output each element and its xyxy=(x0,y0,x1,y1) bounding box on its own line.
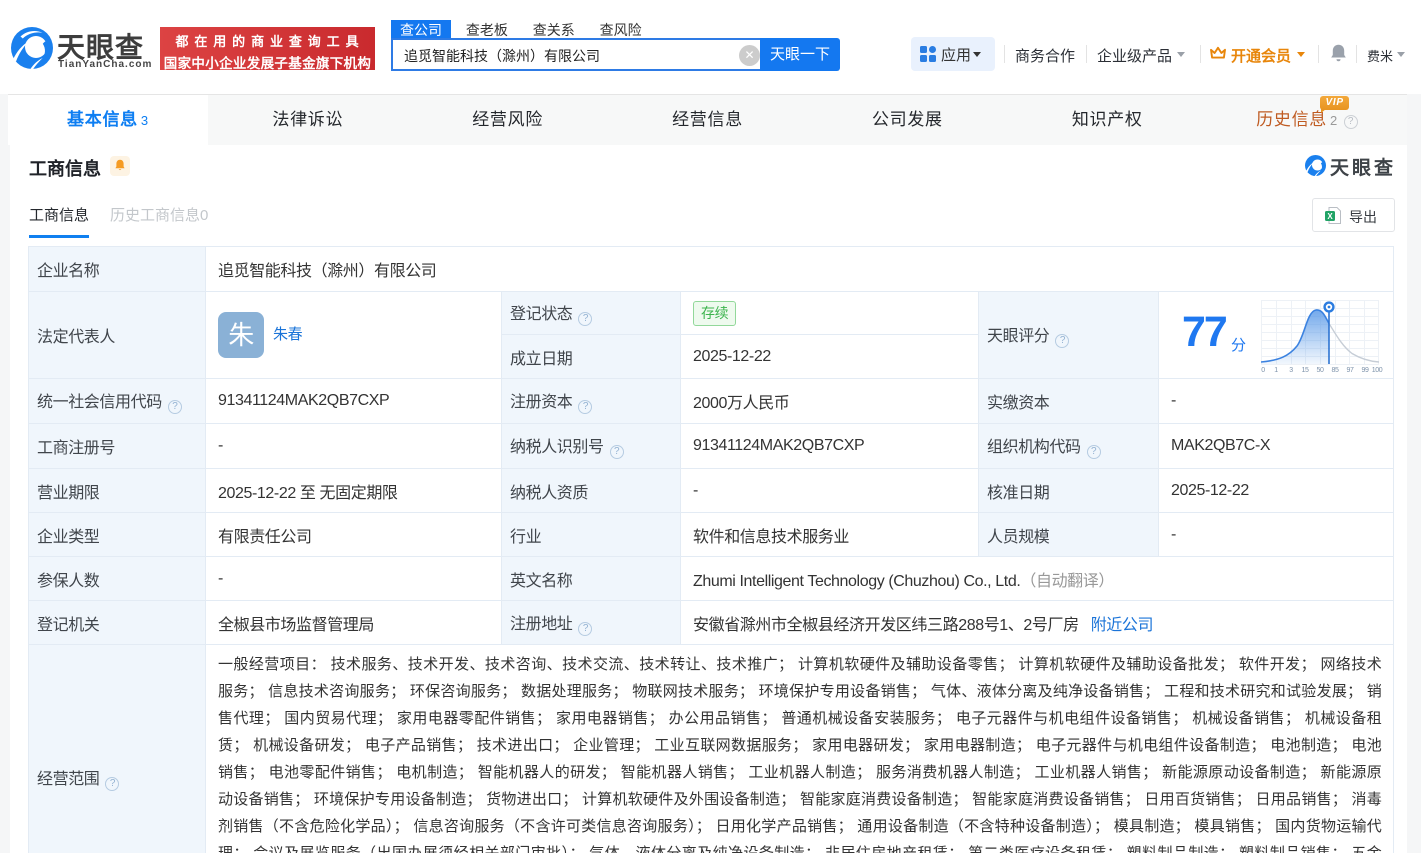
svg-text:X: X xyxy=(1327,212,1333,221)
svg-text:3: 3 xyxy=(1289,367,1293,374)
svg-text:97: 97 xyxy=(1347,367,1354,374)
svg-text:85: 85 xyxy=(1332,367,1339,374)
svg-text:50: 50 xyxy=(1317,367,1324,374)
svg-text:15: 15 xyxy=(1302,367,1309,374)
svg-text:99: 99 xyxy=(1362,367,1369,374)
svg-text:1: 1 xyxy=(1274,367,1278,374)
svg-text:0: 0 xyxy=(1261,367,1265,374)
svg-text:100: 100 xyxy=(1372,367,1383,374)
